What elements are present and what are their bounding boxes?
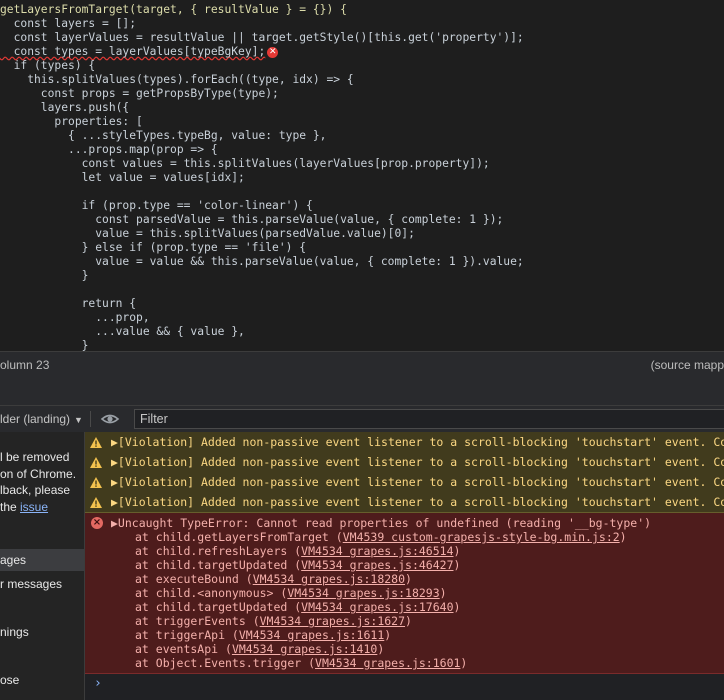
source-link[interactable]: VM4534 grapes.js:1601 bbox=[315, 656, 460, 670]
issue-link[interactable]: issue bbox=[20, 500, 48, 514]
stack-frame: at child.targetUpdated (VM4534 grapes.js… bbox=[135, 558, 461, 572]
warning-text: ▶[Violation] Added non-passive event lis… bbox=[111, 495, 724, 509]
warning-message[interactable]: ▶[Violation] Added non-passive event lis… bbox=[85, 432, 724, 453]
stack-frame: at child.targetUpdated (VM4534 grapes.js… bbox=[135, 600, 461, 614]
error-message[interactable]: × ▶Uncaught TypeError: Cannot read prope… bbox=[85, 513, 724, 674]
warning-text: ▶[Violation] Added non-passive event lis… bbox=[111, 475, 724, 489]
source-link[interactable]: VM4534 grapes.js:1627 bbox=[260, 614, 405, 628]
sidebar-item-verbose[interactable]: ose bbox=[0, 669, 84, 691]
stack-frame: at triggerApi (VM4534 grapes.js:1611) bbox=[135, 628, 392, 642]
stack-frame: at triggerEvents (VM4534 grapes.js:1627) bbox=[135, 614, 412, 628]
stack-frame: at executeBound (VM4534 grapes.js:18280) bbox=[135, 572, 412, 586]
error-text[interactable]: ▶Uncaught TypeError: Cannot read propert… bbox=[111, 516, 651, 530]
warning-icon bbox=[90, 497, 102, 508]
code-line: } bbox=[0, 269, 89, 282]
source-link[interactable]: VM4534 grapes.js:18280 bbox=[253, 572, 405, 586]
warning-text: ▶[Violation] Added non-passive event lis… bbox=[111, 455, 724, 469]
code-line: if (types) { bbox=[0, 59, 96, 72]
warning-icon bbox=[90, 457, 102, 468]
warning-icon bbox=[90, 477, 102, 488]
error-icon[interactable]: ✕ bbox=[267, 46, 279, 58]
dropdown-caret-icon: ▼ bbox=[74, 415, 83, 425]
console-prompt[interactable]: › bbox=[94, 676, 102, 691]
code-line: } bbox=[0, 339, 89, 351]
code-line: properties: [ bbox=[0, 115, 143, 128]
sidebar-item-messages[interactable]: ages bbox=[0, 549, 84, 571]
console-messages: ▶[Violation] Added non-passive event lis… bbox=[85, 432, 724, 700]
source-link[interactable]: VM4534 grapes.js:1410 bbox=[232, 642, 377, 656]
code-line: value = this.splitValues(parsedValue.val… bbox=[0, 227, 415, 240]
drawer-tab-bar bbox=[0, 379, 724, 406]
source-link[interactable]: VM4534 grapes.js:17640 bbox=[301, 600, 453, 614]
code-line: const layerValues = resultValue || targe… bbox=[0, 31, 524, 44]
eye-icon[interactable] bbox=[100, 411, 120, 427]
code-line: ...value && { value }, bbox=[0, 325, 245, 338]
code-line: layers.push({ bbox=[0, 101, 130, 114]
source-link[interactable]: VM4539 custom-grapesjs-style-bg.min.js:2 bbox=[343, 530, 620, 544]
code-line: if (prop.type == 'color-linear') { bbox=[0, 199, 313, 212]
code-line: const props = getPropsByType(type); bbox=[0, 87, 279, 100]
editor-status-bar: olumn 23 (source mapp bbox=[0, 351, 724, 380]
code-line: } else if (prop.type == 'file') { bbox=[0, 241, 307, 254]
warning-message[interactable]: ▶[Violation] Added non-passive event lis… bbox=[85, 492, 724, 513]
stack-frame: at child.getLayersFromTarget (VM4539 cus… bbox=[135, 530, 627, 544]
filter-input[interactable] bbox=[134, 409, 724, 429]
code-line: const parsedValue = this.parseValue(valu… bbox=[0, 213, 504, 226]
notice-line: on of Chrome. bbox=[0, 466, 77, 481]
error-circle-icon: × bbox=[91, 517, 103, 529]
code-line: ...props.map(prop => { bbox=[0, 143, 218, 156]
source-link[interactable]: VM4534 grapes.js:46514 bbox=[301, 544, 453, 558]
sidebar-item-info[interactable] bbox=[0, 645, 84, 667]
console-sidebar: l be removed on of Chrome. lback, please… bbox=[0, 432, 85, 700]
stack-frame: at Object.Events.trigger (VM4534 grapes.… bbox=[135, 656, 468, 670]
cursor-position: olumn 23 bbox=[0, 358, 50, 372]
sidebar-item-warnings[interactable]: nings bbox=[0, 621, 84, 643]
code-line: ...prop, bbox=[0, 311, 150, 324]
code-line: const values = this.splitValues(layerVal… bbox=[0, 157, 490, 170]
console-toolbar: lder (landing) ▼ bbox=[0, 406, 724, 433]
notice-line: the issue bbox=[0, 499, 49, 514]
stack-frame: at child.<anonymous> (VM4534 grapes.js:1… bbox=[135, 586, 447, 600]
code-line: value = value && this.parseValue(value, … bbox=[0, 255, 524, 268]
code-line: let value = values[idx]; bbox=[0, 171, 245, 184]
sidebar-item-user-messages[interactable]: r messages bbox=[0, 573, 84, 595]
context-selector[interactable]: lder (landing) ▼ bbox=[0, 406, 87, 432]
code-line: getLayersFromTarget(target, { resultValu… bbox=[0, 3, 347, 16]
warning-message[interactable]: ▶[Violation] Added non-passive event lis… bbox=[85, 452, 724, 473]
warning-text: ▶[Violation] Added non-passive event lis… bbox=[111, 435, 724, 449]
code-line: const layers = []; bbox=[0, 17, 137, 30]
warning-icon bbox=[90, 437, 102, 448]
notice-line: lback, please bbox=[0, 483, 71, 497]
warning-message[interactable]: ▶[Violation] Added non-passive event lis… bbox=[85, 472, 724, 493]
code-line-error: const types = layerValues[typeBgKey]; ✕ bbox=[0, 45, 279, 58]
source-link[interactable]: VM4534 grapes.js:46427 bbox=[301, 558, 453, 572]
stack-frame: at eventsApi (VM4534 grapes.js:1410) bbox=[135, 642, 385, 656]
sidebar-item-errors[interactable] bbox=[0, 597, 84, 619]
context-label: lder (landing) bbox=[0, 412, 71, 426]
stack-frame: at child.refreshLayers (VM4534 grapes.js… bbox=[135, 544, 461, 558]
code-line: { ...styleTypes.typeBg, value: type }, bbox=[0, 129, 327, 142]
code-line: return { bbox=[0, 297, 137, 310]
code-editor[interactable]: getLayersFromTarget(target, { resultValu… bbox=[0, 0, 724, 351]
source-link[interactable]: VM4534 grapes.js:18293 bbox=[287, 586, 439, 600]
code-line: this.splitValues(types).forEach((type, i… bbox=[0, 73, 354, 86]
source-link[interactable]: VM4534 grapes.js:1611 bbox=[239, 628, 384, 642]
notice-line: l be removed bbox=[0, 450, 70, 464]
toolbar-divider bbox=[90, 411, 91, 427]
deprecation-notice: l be removed on of Chrome. lback, please… bbox=[0, 449, 84, 515]
source-map-status[interactable]: (source mapp bbox=[651, 352, 724, 379]
